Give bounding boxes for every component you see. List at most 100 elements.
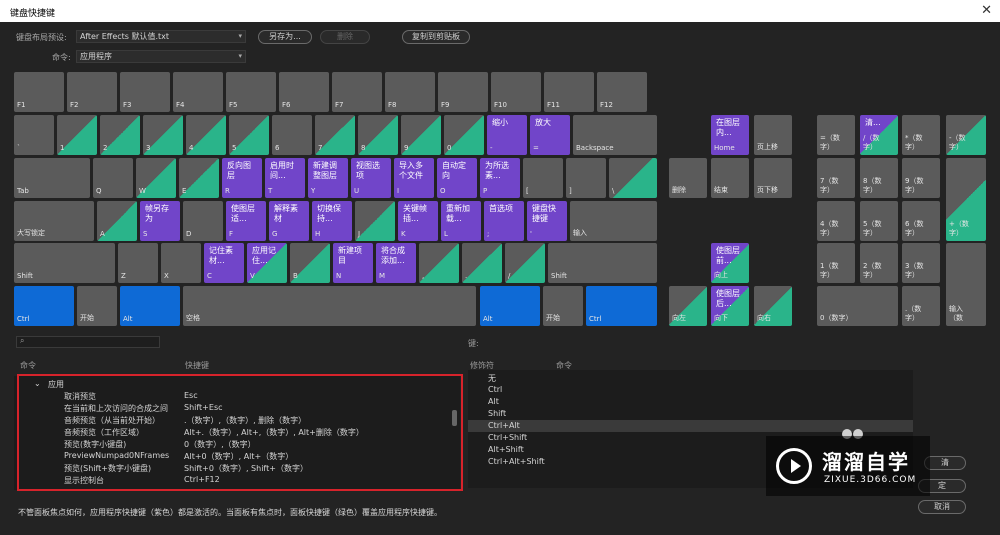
key-caps-lock[interactable]: 大写锁定 <box>14 201 94 241</box>
command-column-header[interactable]: 命令 <box>20 360 36 371</box>
key-f5[interactable]: F5 <box>226 72 276 112</box>
key-numpad-9[interactable]: 9（数 字） <box>902 158 940 198</box>
key-b[interactable]: B <box>290 243 330 283</box>
key-f4[interactable]: F4 <box>173 72 223 112</box>
key-numpad-5[interactable]: 5（数 字） <box>860 201 898 241</box>
key-8[interactable]: 8 <box>358 115 398 155</box>
key-p[interactable]: 为所选 素... P <box>480 158 520 198</box>
key-s[interactable]: 帧另存 为 S <box>140 201 180 241</box>
key-f2[interactable]: F2 <box>67 72 117 112</box>
key-9[interactable]: 9 <box>401 115 441 155</box>
key-period[interactable]: . <box>462 243 502 283</box>
key-j[interactable]: J <box>355 201 395 241</box>
key-numpad-divide[interactable]: 清... /（数 字） <box>860 115 898 155</box>
key-numpad-2[interactable]: 2（数 字） <box>860 243 898 283</box>
key-5[interactable]: 5 <box>229 115 269 155</box>
key-numpad-6[interactable]: 6（数 字） <box>902 201 940 241</box>
list-item[interactable]: 无 <box>468 372 913 384</box>
key-page-up[interactable]: 页上移 <box>754 115 792 155</box>
key-arrow-right[interactable]: 向右 <box>754 286 792 326</box>
key-y[interactable]: 新建调 整图层 Y <box>308 158 348 198</box>
key-d[interactable]: D <box>183 201 223 241</box>
key-u[interactable]: 视图选 项 U <box>351 158 391 198</box>
key-numpad-decimal[interactable]: .（数 字） <box>902 286 940 326</box>
key-z[interactable]: Z <box>118 243 158 283</box>
key-backspace[interactable]: Backspace <box>573 115 657 155</box>
key-t[interactable]: 启用时 间... T <box>265 158 305 198</box>
key-g[interactable]: 解释素 材 G <box>269 201 309 241</box>
key-v[interactable]: 应用记 住... V <box>247 243 287 283</box>
key-quote[interactable]: 键盘快 捷键 ' <box>527 201 567 241</box>
key-delete[interactable]: 删除 <box>669 158 707 198</box>
key-q[interactable]: Q <box>93 158 133 198</box>
key-f[interactable]: 使图层 适... F <box>226 201 266 241</box>
key-numpad-equals[interactable]: =（数 字） <box>817 115 855 155</box>
key-right-alt[interactable]: Alt <box>480 286 540 326</box>
key-left-alt[interactable]: Alt <box>120 286 180 326</box>
key-page-down[interactable]: 页下移 <box>754 158 792 198</box>
key-r[interactable]: 反向图 层 R <box>222 158 262 198</box>
key-7[interactable]: 7 <box>315 115 355 155</box>
search-field[interactable]: ⌕ <box>16 336 160 348</box>
key-numpad-1[interactable]: 1（数 字） <box>817 243 855 283</box>
key-i[interactable]: 导入多 个文件 I <box>394 158 434 198</box>
close-icon[interactable]: ✕ <box>981 3 992 18</box>
key-w[interactable]: W <box>136 158 176 198</box>
key-h[interactable]: 切换保 持... H <box>312 201 352 241</box>
key-arrow-left[interactable]: 向左 <box>669 286 707 326</box>
key-arrow-down[interactable]: 使图层 后... 向下 <box>711 286 749 326</box>
key-c[interactable]: 记住素 材... C <box>204 243 244 283</box>
key-left-shift[interactable]: Shift <box>14 243 115 283</box>
key-space[interactable]: 空格 <box>183 286 476 326</box>
key-right-start[interactable]: 开始 <box>543 286 583 326</box>
key-arrow-up[interactable]: 使图层 前... 向上 <box>711 243 749 283</box>
key-numpad-plus[interactable]: +（数 字） <box>946 158 986 241</box>
key-numpad-3[interactable]: 3（数 字） <box>902 243 940 283</box>
key-enter[interactable]: 输入 <box>570 201 657 241</box>
copy-clipboard-button[interactable]: 复制到剪贴板 <box>402 30 470 44</box>
key-numpad-0[interactable]: 0（数字） <box>817 286 898 326</box>
list-item[interactable]: Ctrl <box>468 384 913 396</box>
key-f8[interactable]: F8 <box>385 72 435 112</box>
key-right-bracket[interactable]: ] <box>566 158 606 198</box>
key-semicolon[interactable]: 首选项; <box>484 201 524 241</box>
key-right-shift[interactable]: Shift <box>548 243 657 283</box>
key-f7[interactable]: F7 <box>332 72 382 112</box>
key-n[interactable]: 新建项 目 N <box>333 243 373 283</box>
command-select[interactable]: 应用程序 ▾ <box>76 50 246 63</box>
key-slash[interactable]: / <box>505 243 545 283</box>
key-left-bracket[interactable]: [ <box>523 158 563 198</box>
clear-button[interactable]: 清 <box>924 456 966 470</box>
key-o[interactable]: 自动定 向 O <box>437 158 477 198</box>
key-backtick[interactable]: ` <box>14 115 54 155</box>
key-numpad-4[interactable]: 4（数 字） <box>817 201 855 241</box>
key-numpad-multiply[interactable]: *（数 字） <box>902 115 940 155</box>
key-numpad-minus[interactable]: -（数 字） <box>946 115 986 155</box>
key-f1[interactable]: F1 <box>14 72 64 112</box>
shortcut-column-header[interactable]: 快捷键 <box>185 360 209 371</box>
list-item[interactable]: Shift <box>468 408 913 420</box>
key-4[interactable]: 4 <box>186 115 226 155</box>
key-e[interactable]: E <box>179 158 219 198</box>
key-a[interactable]: A <box>97 201 137 241</box>
key-x[interactable]: X <box>161 243 201 283</box>
key-6[interactable]: 6 <box>272 115 312 155</box>
key-f3[interactable]: F3 <box>120 72 170 112</box>
key-k[interactable]: 关键帧 插... K <box>398 201 438 241</box>
key-f12[interactable]: F12 <box>597 72 647 112</box>
key-left-ctrl[interactable]: Ctrl <box>14 286 74 326</box>
key-f10[interactable]: F10 <box>491 72 541 112</box>
key-3[interactable]: 3 <box>143 115 183 155</box>
list-item[interactable]: Alt <box>468 396 913 408</box>
key-right-ctrl[interactable]: Ctrl <box>586 286 657 326</box>
cancel-button[interactable]: 取消 <box>918 500 966 514</box>
delete-button[interactable]: 删除 <box>320 30 370 44</box>
key-0[interactable]: 0 <box>444 115 484 155</box>
key-comma[interactable]: , <box>419 243 459 283</box>
key-end[interactable]: 结束 <box>711 158 749 198</box>
key-l[interactable]: 重新加 载... L <box>441 201 481 241</box>
key-f6[interactable]: F6 <box>279 72 329 112</box>
key-numpad-8[interactable]: 8（数 字） <box>860 158 898 198</box>
key-f9[interactable]: F9 <box>438 72 488 112</box>
key-tab[interactable]: Tab <box>14 158 90 198</box>
